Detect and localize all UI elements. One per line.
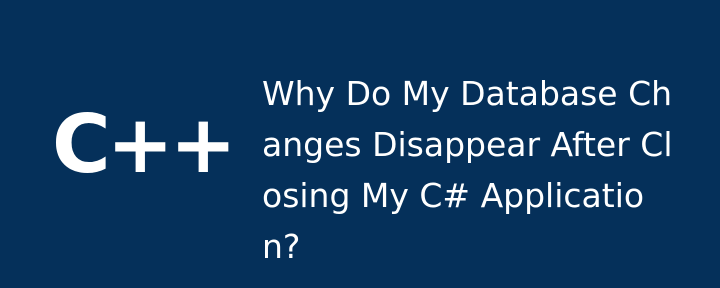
article-title: Why Do My Database Changes Disappear Aft… — [262, 74, 673, 266]
article-banner: C++ Why Do My Database Changes Disappear… — [0, 0, 720, 288]
cpp-logo: C++ — [52, 100, 237, 190]
cpp-logo-text: C++ — [52, 98, 237, 191]
